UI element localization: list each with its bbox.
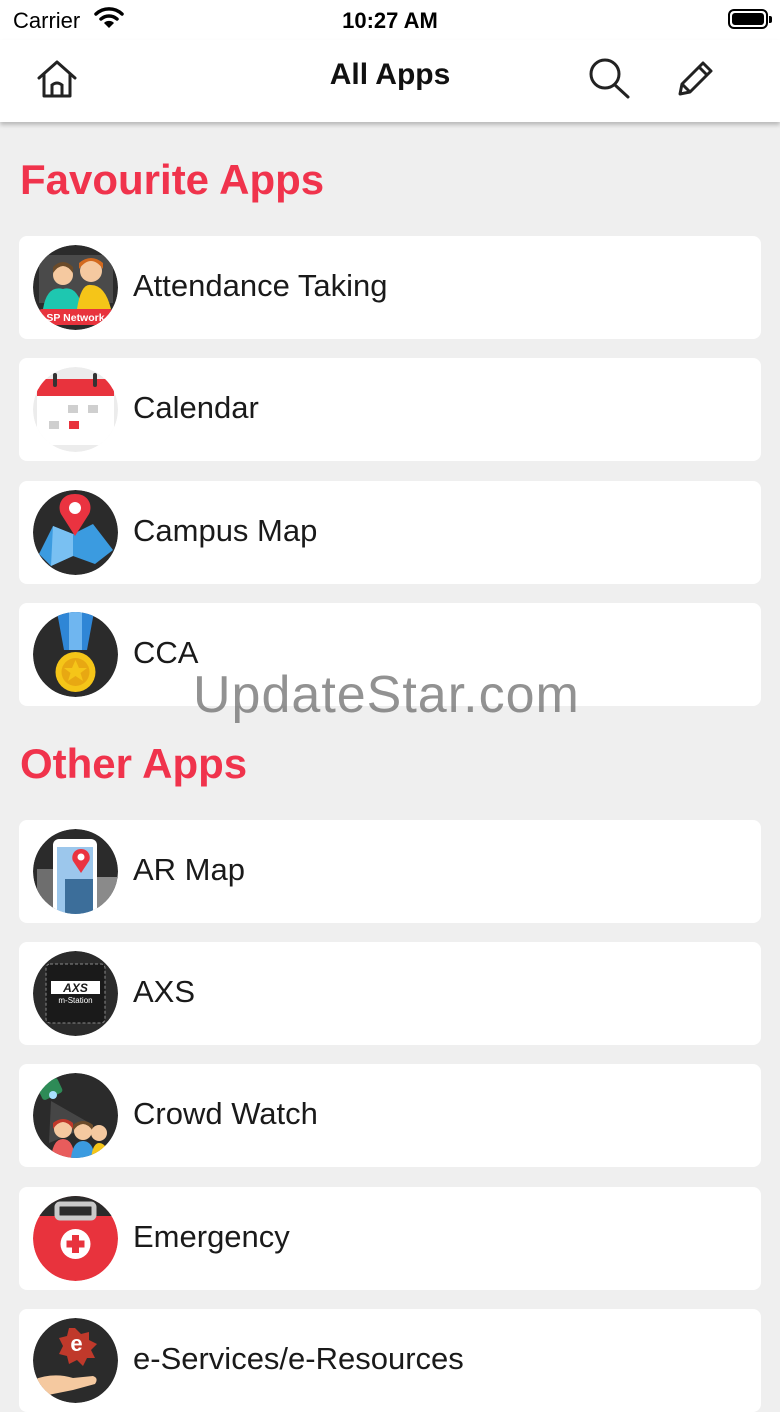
axs-logo-icon: AXS m-Station [33,951,118,1036]
medal-icon [33,612,118,697]
favourite-apps-heading: Favourite Apps [20,156,325,203]
sp-network-badge: SP Network [46,312,105,324]
app-row-axs[interactable]: AXS m-Station AXS [19,942,761,1045]
e-services-logo-letter: e [70,1331,83,1356]
crowd-camera-icon [33,1073,118,1158]
other-apps-heading: Other Apps [20,740,248,787]
app-row-e-services[interactable]: e e-Services/e-Resources [19,1309,761,1412]
map-pin-icon [33,490,118,575]
app-label: Calendar [133,390,259,425]
pencil-icon [678,61,713,96]
app-row-calendar[interactable]: Calendar [19,358,761,461]
app-row-attendance-taking[interactable]: SP Network Attendance Taking [19,236,761,339]
app-label: Campus Map [133,513,318,548]
sp-network-people-icon: SP Network [33,245,118,330]
calendar-icon [33,367,118,452]
app-row-ar-map[interactable]: AR Map [19,820,761,923]
battery-icon [728,9,772,29]
search-icon [589,58,630,99]
app-label: CCA [133,635,199,670]
app-row-emergency[interactable]: Emergency [19,1187,761,1290]
status-bar: Carrier 10:27 AM [0,0,780,40]
status-time: 10:27 AM [342,8,438,33]
ar-phone-map-icon [33,829,118,914]
app-label: Attendance Taking [133,268,388,303]
nav-bar: All Apps [0,40,780,122]
watermark: UpdateStar.com [193,666,580,724]
app-label: e-Services/e-Resources [133,1341,464,1376]
app-label: Emergency [133,1219,290,1254]
edit-button[interactable] [670,54,720,104]
app-row-campus-map[interactable]: Campus Map [19,481,761,584]
axs-logo-text: AXS [63,981,88,995]
page-title: All Apps [329,58,451,91]
app-label: AXS [133,974,196,1009]
e-services-hand-icon: e [33,1318,118,1403]
axs-logo-subtext: m-Station [58,996,93,1005]
app-label: Crowd Watch [133,1096,318,1131]
app-row-crowd-watch[interactable]: Crowd Watch [19,1064,761,1167]
first-aid-kit-icon [33,1196,118,1281]
search-button[interactable] [584,54,634,104]
app-label: AR Map [133,852,245,887]
